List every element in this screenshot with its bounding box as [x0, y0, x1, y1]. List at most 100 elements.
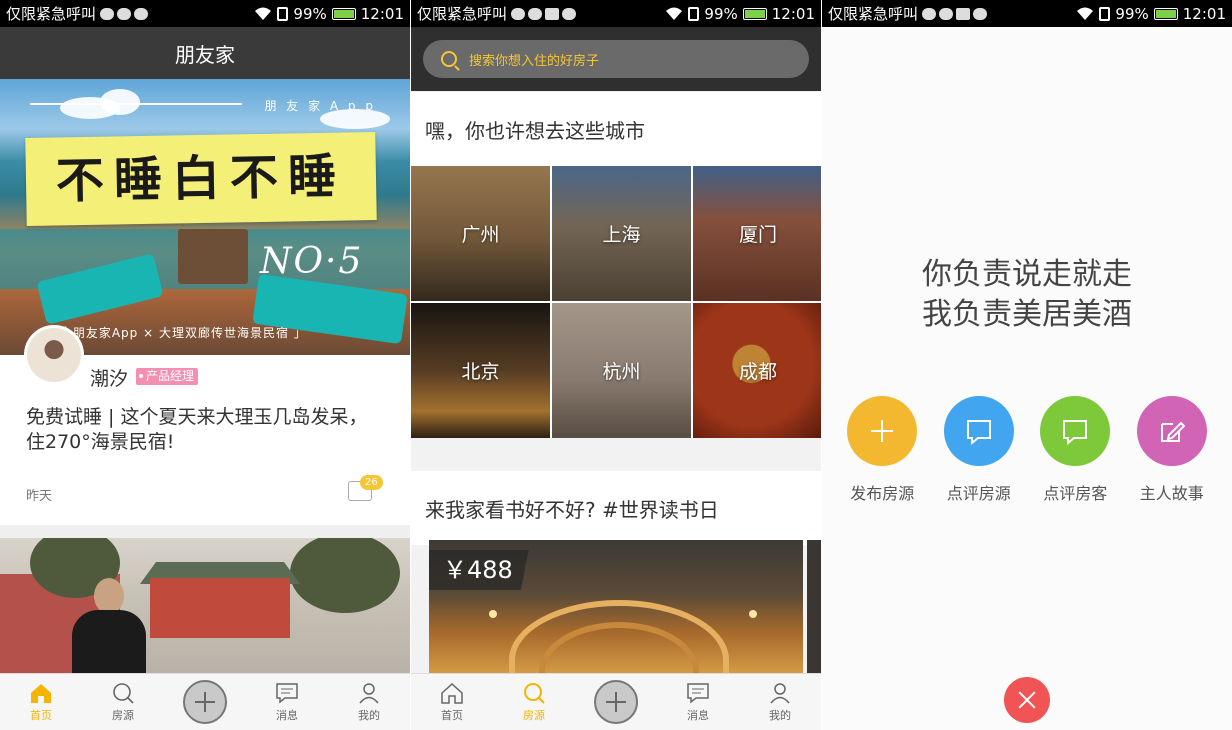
city-shanghai[interactable]: 上海	[552, 166, 691, 301]
sim-icon	[688, 6, 700, 21]
featured-listing-card[interactable]: ￥488	[429, 540, 803, 673]
add-icon	[594, 680, 638, 724]
author-name[interactable]: 潮汐	[90, 364, 128, 391]
wifi-icon	[666, 7, 683, 20]
feature-section-title: 来我家看书好不好? #世界读书日	[411, 471, 821, 545]
search-input[interactable]: 搜索你想入住的好房子	[423, 40, 809, 78]
status-bar: 仅限紧急呼叫 99% 12:01	[0, 0, 410, 27]
close-button[interactable]	[1004, 677, 1050, 723]
post-title[interactable]: 免费试睡 | 这个夏天来大理玉几岛发呆，住270°海景民宿!	[26, 405, 386, 455]
message-icon	[687, 682, 709, 704]
post-banner-image[interactable]: 朋 友 家 A p p 不睡白不睡 NO·5 「 朋友家App × 大理双廊传世…	[0, 79, 410, 355]
slogan: 你负责说走就走 我负责美居美酒	[822, 255, 1232, 335]
tab-messages[interactable]: 消息	[246, 674, 328, 730]
status-bar: 仅限紧急呼叫 99% 12:01	[822, 0, 1232, 27]
home-icon	[31, 683, 51, 703]
battery-text: 99%	[293, 4, 327, 23]
screen-listings: 仅限紧急呼叫 99% 12:01 搜索你想入住的好房子 嘿，你也许想去这些城市 …	[411, 0, 821, 730]
tab-bar: 首页 房源 消息 我的	[0, 673, 410, 730]
chat-bubble-icon	[1040, 396, 1111, 466]
wifi-icon	[255, 7, 272, 20]
price-badge: ￥488	[429, 550, 529, 590]
edit-icon	[1136, 396, 1207, 466]
notification-icons	[922, 7, 988, 20]
city-hangzhou[interactable]: 杭州	[552, 303, 691, 438]
tab-home-label: 首页	[30, 708, 52, 722]
tab-messages-label: 消息	[276, 708, 298, 722]
tab-home[interactable]: 首页	[0, 674, 82, 730]
notification-icons	[511, 7, 577, 20]
tab-add[interactable]	[164, 674, 246, 730]
city-grid: 广州 上海 厦门 北京 杭州 成都	[411, 166, 821, 438]
post-card[interactable]: 朋 友 家 A p p 不睡白不睡 NO·5 「 朋友家App × 大理双廊传世…	[0, 79, 410, 525]
publish-listing-button[interactable]: 发布房源	[837, 396, 927, 504]
review-listing-button[interactable]: 点评房源	[934, 396, 1024, 504]
tab-me[interactable]: 我的	[328, 674, 410, 730]
publish-listing-label: 发布房源	[850, 484, 915, 503]
carrier-text: 仅限紧急呼叫	[6, 5, 97, 23]
tab-me-label: 我的	[358, 708, 380, 722]
battery-icon	[742, 7, 767, 20]
action-menu: 发布房源 点评房源 点评房客 主人故事	[822, 396, 1232, 504]
banner-issue: NO·5	[260, 241, 364, 282]
post-time: 昨天	[26, 489, 53, 504]
review-listing-label: 点评房源	[946, 484, 1011, 503]
cities-title-text: 嘿，你也许想去这些城市	[425, 118, 645, 143]
battery-text: 99%	[1115, 4, 1149, 23]
host-story-button[interactable]: 主人故事	[1127, 396, 1217, 504]
cities-section-title: 嘿，你也许想去这些城市	[411, 92, 821, 166]
tab-add[interactable]	[575, 674, 657, 730]
clock-text: 12:01	[360, 4, 404, 23]
banner-headline: 不睡白不睡	[55, 148, 347, 210]
author-avatar[interactable]	[24, 325, 84, 385]
city-beijing[interactable]: 北京	[411, 303, 550, 438]
role-badge: 产品经理	[136, 368, 199, 385]
host-story-label: 主人故事	[1139, 484, 1204, 503]
city-chengdu[interactable]: 成都	[693, 303, 821, 438]
search-icon	[441, 51, 457, 67]
carrier-text: 仅限紧急呼叫	[828, 5, 919, 23]
tab-listings[interactable]: 房源	[82, 674, 164, 730]
battery-text: 99%	[704, 4, 738, 23]
next-listing-card[interactable]	[807, 540, 821, 673]
user-icon	[770, 682, 790, 703]
battery-icon	[1153, 7, 1178, 20]
slogan-line-2: 我负责美居美酒	[922, 297, 1132, 332]
clock-text: 12:01	[771, 4, 815, 23]
post-card-2-image[interactable]	[0, 538, 410, 673]
add-icon	[183, 680, 227, 724]
app-header: 朋友家	[0, 27, 410, 79]
city-guangzhou[interactable]: 广州	[411, 166, 550, 301]
tab-me[interactable]: 我的	[739, 674, 821, 730]
tab-messages[interactable]: 消息	[657, 674, 739, 730]
screen-home: 仅限紧急呼叫 99% 12:01 朋友家 朋 友 家 A p p 不睡白不睡 N…	[0, 0, 410, 730]
banner-subline: 「 朋友家App × 大理双廊传世海景民宿 」	[55, 326, 307, 340]
message-icon	[276, 682, 298, 704]
tab-home[interactable]: 首页	[411, 674, 493, 730]
review-guest-label: 点评房客	[1043, 484, 1108, 503]
user-icon	[359, 682, 379, 703]
feature-title-text: 来我家看书好不好? #世界读书日	[425, 497, 719, 522]
battery-icon	[331, 7, 356, 20]
search-icon	[524, 682, 545, 704]
tab-listings-label: 房源	[112, 708, 134, 722]
page-title: 朋友家	[175, 42, 235, 67]
tab-listings[interactable]: 房源	[493, 674, 575, 730]
plus-icon	[847, 396, 918, 466]
chat-bubble-icon	[943, 396, 1014, 466]
city-xiamen[interactable]: 厦门	[693, 166, 821, 301]
home-icon	[441, 682, 463, 704]
tab-messages-label: 消息	[687, 708, 709, 722]
slogan-line-1: 你负责说走就走	[922, 257, 1132, 292]
banner-app-tag: 朋 友 家 A p p	[264, 99, 376, 113]
tab-listings-label: 房源	[523, 708, 545, 722]
tab-bar: 首页 房源 消息 我的	[411, 673, 821, 730]
search-header: 搜索你想入住的好房子	[411, 27, 821, 91]
comment-count-badge: 26	[360, 475, 383, 490]
status-bar: 仅限紧急呼叫 99% 12:01	[411, 0, 821, 27]
sim-icon	[1099, 6, 1111, 21]
tab-me-label: 我的	[769, 708, 791, 722]
review-guest-button[interactable]: 点评房客	[1030, 396, 1120, 504]
search-icon	[113, 682, 134, 704]
carrier-text: 仅限紧急呼叫	[417, 5, 508, 23]
